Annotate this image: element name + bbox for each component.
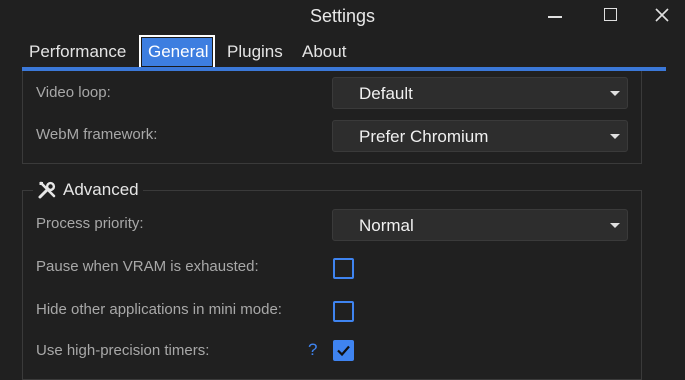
chevron-down-icon bbox=[610, 223, 620, 228]
webm-framework-value: Prefer Chromium bbox=[359, 127, 489, 146]
tab-performance[interactable]: Performance bbox=[22, 36, 133, 68]
hide-other-apps-checkbox[interactable] bbox=[333, 301, 354, 322]
minimize-icon bbox=[548, 16, 562, 18]
checkmark-icon bbox=[337, 345, 350, 357]
webm-framework-select[interactable]: Prefer Chromium bbox=[332, 120, 628, 152]
maximize-button[interactable] bbox=[597, 4, 625, 28]
minimize-button[interactable] bbox=[541, 4, 569, 28]
close-icon bbox=[655, 8, 669, 22]
process-priority-value: Normal bbox=[359, 216, 414, 235]
help-icon[interactable]: ? bbox=[308, 340, 317, 360]
hide-other-apps-label: Hide other applications in mini mode: bbox=[36, 301, 282, 318]
pause-vram-checkbox[interactable] bbox=[333, 258, 354, 279]
close-button[interactable] bbox=[648, 4, 676, 28]
window-title: Settings bbox=[309, 6, 376, 26]
tab-about[interactable]: About bbox=[295, 36, 353, 68]
pause-vram-label: Pause when VRAM is exhausted: bbox=[36, 258, 259, 275]
chevron-down-icon bbox=[610, 134, 620, 139]
high-precision-timers-label: Use high-precision timers: bbox=[36, 342, 210, 359]
video-loop-select[interactable]: Default bbox=[332, 77, 628, 109]
chevron-down-icon bbox=[610, 91, 620, 96]
tab-general[interactable]: General bbox=[139, 35, 215, 69]
advanced-group-title: Advanced bbox=[63, 180, 139, 199]
title-bar: Settings bbox=[0, 0, 685, 34]
webm-framework-label: WebM framework: bbox=[36, 126, 158, 143]
process-priority-label: Process priority: bbox=[36, 215, 144, 232]
maximize-icon bbox=[604, 8, 617, 21]
video-loop-label: Video loop: bbox=[36, 84, 111, 101]
high-precision-timers-checkbox[interactable] bbox=[333, 340, 354, 361]
tools-icon bbox=[38, 181, 56, 199]
advanced-group-header: Advanced bbox=[33, 178, 143, 202]
tab-plugins[interactable]: Plugins bbox=[220, 36, 290, 68]
process-priority-select[interactable]: Normal bbox=[332, 209, 628, 241]
video-loop-value: Default bbox=[359, 84, 413, 103]
